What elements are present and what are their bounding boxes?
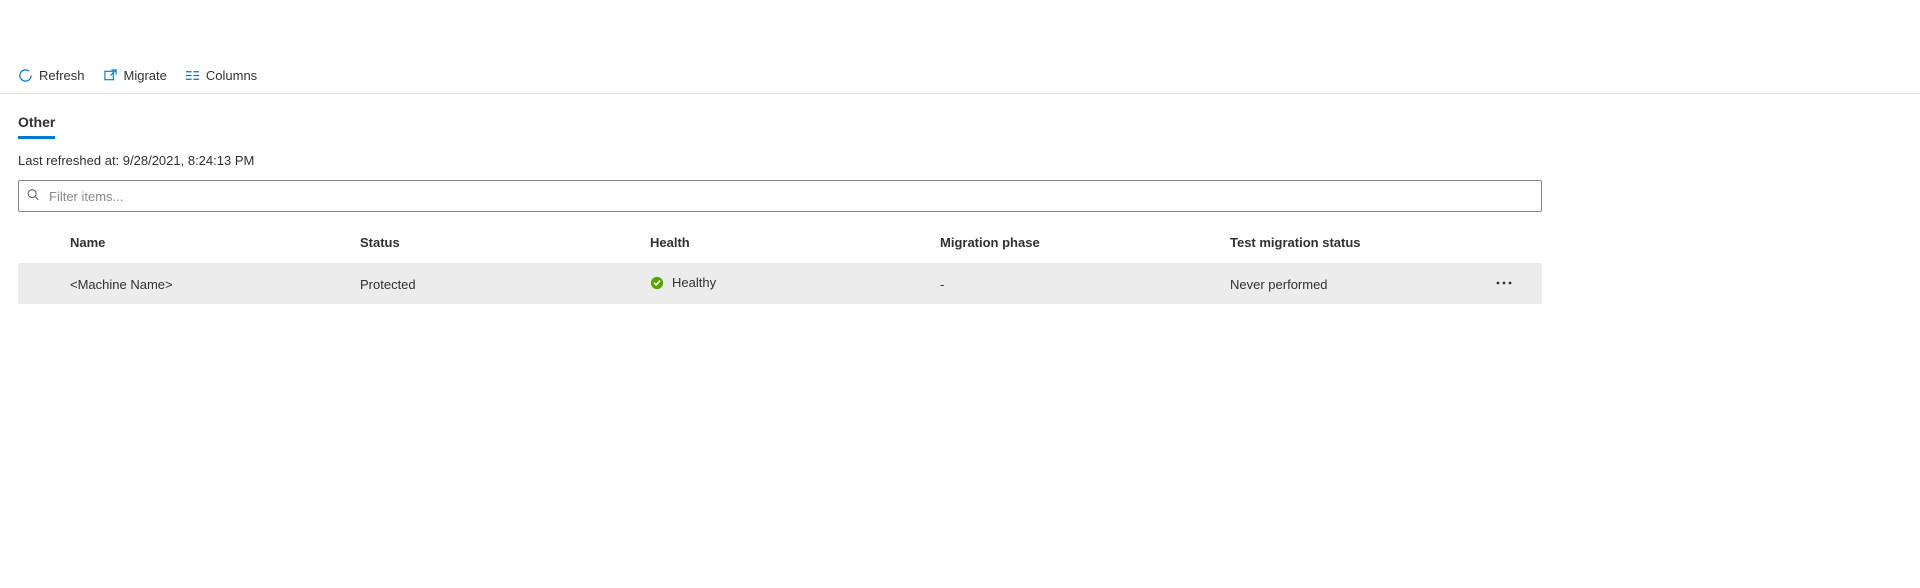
tab-other[interactable]: Other xyxy=(18,114,55,139)
migrate-icon xyxy=(103,68,118,83)
cell-health: Healthy xyxy=(672,275,716,290)
table-row[interactable]: <Machine Name> Protected Healthy - Never… xyxy=(18,264,1542,304)
machines-table: Name Status Health Migration phase Test … xyxy=(18,222,1542,304)
col-name[interactable]: Name xyxy=(68,235,358,250)
tab-bar: Other xyxy=(18,114,1902,139)
last-refreshed-text: Last refreshed at: 9/28/2021, 8:24:13 PM xyxy=(18,153,1902,168)
last-refreshed-prefix: Last refreshed at: xyxy=(18,153,123,168)
filter-input[interactable] xyxy=(18,180,1542,212)
col-migration-phase[interactable]: Migration phase xyxy=(938,235,1228,250)
refresh-icon xyxy=(18,68,33,83)
refresh-label: Refresh xyxy=(39,68,85,83)
col-test-migration-status[interactable]: Test migration status xyxy=(1228,235,1482,250)
col-status[interactable]: Status xyxy=(358,235,648,250)
columns-label: Columns xyxy=(206,68,257,83)
cell-name: <Machine Name> xyxy=(68,277,358,292)
migrate-button[interactable]: Migrate xyxy=(103,68,167,83)
toolbar: Refresh Migrate Columns xyxy=(0,60,1920,94)
table-header: Name Status Health Migration phase Test … xyxy=(18,222,1542,264)
cell-test-migration-status: Never performed xyxy=(1228,277,1482,292)
cell-status: Protected xyxy=(358,277,648,292)
row-more-button[interactable] xyxy=(1484,275,1524,291)
filter-wrap xyxy=(18,180,1542,212)
refresh-button[interactable]: Refresh xyxy=(18,68,85,83)
content-area: Other Last refreshed at: 9/28/2021, 8:24… xyxy=(0,94,1920,304)
migrate-label: Migrate xyxy=(124,68,167,83)
col-health[interactable]: Health xyxy=(648,235,938,250)
columns-button[interactable]: Columns xyxy=(185,68,257,83)
columns-icon xyxy=(185,68,200,83)
last-refreshed-time: 9/28/2021, 8:24:13 PM xyxy=(123,153,255,168)
healthy-icon xyxy=(650,276,664,290)
cell-migration-phase: - xyxy=(938,277,1228,292)
